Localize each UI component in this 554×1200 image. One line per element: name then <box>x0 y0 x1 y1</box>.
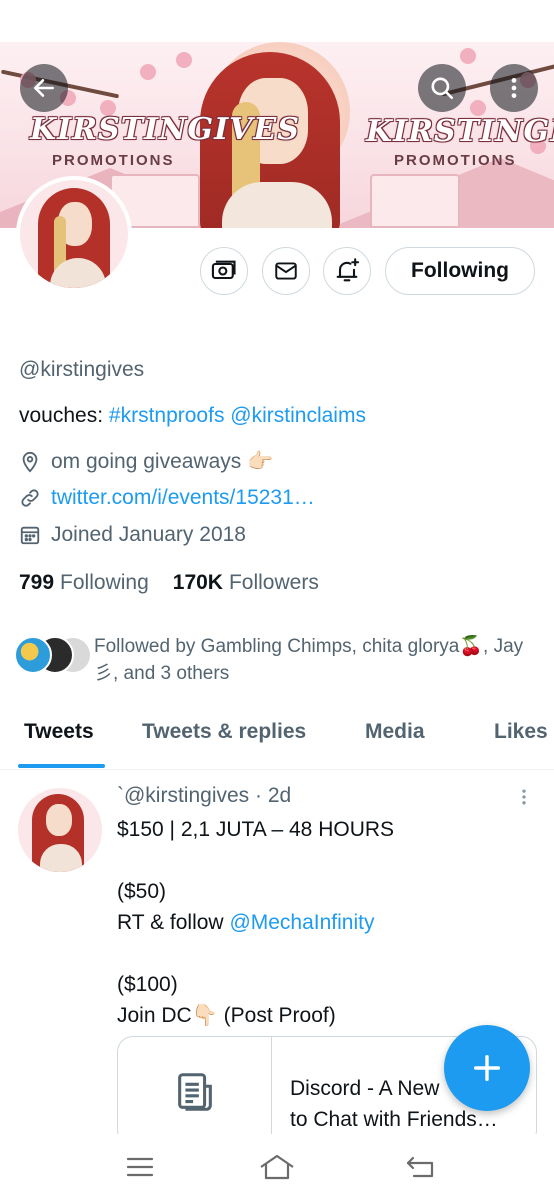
joined-text: Joined January 2018 <box>51 523 246 546</box>
back-icon <box>406 1156 434 1178</box>
banner-brand-right: KIRSTINGIVES <box>366 114 554 149</box>
profile-tabs: Tweets Tweets & replies Media Likes <box>0 712 554 770</box>
tweet-author-line[interactable]: `@kirstingives · 2d <box>117 784 291 808</box>
search-button[interactable] <box>418 64 466 112</box>
following-button[interactable]: Following <box>385 247 535 295</box>
nav-menu-button[interactable] <box>120 1152 160 1182</box>
tweet-more-button[interactable] <box>514 786 534 813</box>
followers-count-link[interactable]: 170K Followers <box>173 571 319 595</box>
tab-likes[interactable]: Likes <box>494 720 548 744</box>
followed-by-text[interactable]: Followed by Gambling Chimps, chita glory… <box>94 633 524 687</box>
profile-avatar[interactable] <box>16 176 132 292</box>
active-tab-indicator <box>18 764 105 768</box>
bio-hashtag-link[interactable]: #krstnproofs <box>109 404 225 427</box>
tweet-mention-link[interactable]: @MechaInfinity <box>229 911 374 934</box>
menu-icon <box>126 1157 154 1177</box>
banner-brand-right-sub: PROMOTIONS <box>394 152 517 169</box>
banner-brand-left: KIRSTINGIVES <box>30 112 300 147</box>
tweet-text: $150 | 2,1 JUTA – 48 HOURS ($50) RT & fo… <box>117 818 395 1027</box>
back-button[interactable] <box>20 64 68 112</box>
compose-tweet-button[interactable] <box>444 1025 530 1111</box>
location-text: om going giveaways 👉🏻 <box>51 450 274 473</box>
money-icon <box>211 260 236 280</box>
tab-tweets-replies[interactable]: Tweets & replies <box>142 720 306 744</box>
url-link[interactable]: twitter.com/i/events/15231… <box>51 486 315 510</box>
banner-brand-left-sub: PROMOTIONS <box>52 152 175 169</box>
tab-media[interactable]: Media <box>365 720 425 744</box>
system-nav-bar <box>0 1134 554 1200</box>
arrow-left-icon <box>34 79 54 97</box>
followed-by-avatars[interactable] <box>14 636 94 676</box>
following-count-link[interactable]: 799 Following <box>19 571 149 595</box>
bio-prefix: vouches: <box>19 404 109 427</box>
card-thumbnail <box>118 1037 272 1145</box>
status-bar <box>0 0 554 42</box>
avatar <box>14 636 52 674</box>
notifications-button[interactable] <box>323 247 371 295</box>
link-icon <box>21 489 39 507</box>
plus-icon <box>473 1054 501 1082</box>
profile-handle: @kirstingives <box>19 358 145 381</box>
follow-counts: 799 Following 170K Followers <box>19 571 319 595</box>
mail-icon <box>275 262 297 280</box>
profile-url[interactable]: twitter.com/i/events/15231… <box>19 486 315 510</box>
calendar-icon <box>20 526 40 545</box>
document-icon <box>177 1073 212 1111</box>
profile-joined: Joined January 2018 <box>19 523 246 547</box>
more-options-button[interactable] <box>490 64 538 112</box>
location-pin-icon <box>22 451 38 473</box>
profile-bio: vouches: #krstnproofs @kirstinclaims <box>19 404 366 428</box>
bio-mention-link[interactable]: @kirstinclaims <box>230 404 366 427</box>
nav-home-button[interactable] <box>257 1152 297 1182</box>
more-vertical-icon <box>511 78 517 98</box>
message-button[interactable] <box>262 247 310 295</box>
tweet-author-avatar[interactable] <box>18 788 102 872</box>
nav-back-button[interactable] <box>402 1152 442 1182</box>
profile-location: om going giveaways 👉🏻 <box>19 450 273 474</box>
tip-button[interactable] <box>200 247 248 295</box>
tab-tweets[interactable]: Tweets <box>24 720 94 744</box>
home-icon <box>260 1154 294 1180</box>
search-icon <box>431 77 454 100</box>
bell-plus-icon <box>336 258 360 282</box>
more-vertical-icon <box>522 789 526 805</box>
